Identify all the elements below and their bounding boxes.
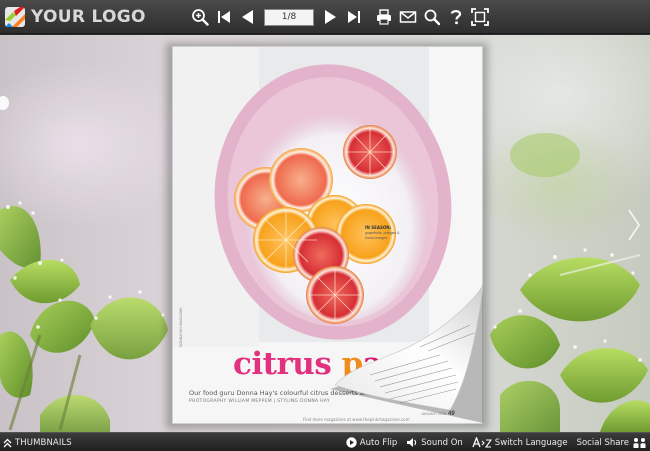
sound-toggle[interactable]: Sound On — [406, 437, 463, 448]
article-credits: PHOTOGRAPHY WILLIAM MEPPEM | STYLING DON… — [189, 399, 330, 404]
language-label: Switch Language — [494, 437, 568, 448]
share-people-icon — [633, 437, 646, 448]
next-page-arrow[interactable] — [624, 205, 644, 245]
next-page-icon — [325, 10, 336, 24]
bottom-toolbar: THUMBNAILS Auto Flip Sound On Switch Lan… — [0, 432, 650, 451]
print-icon — [377, 9, 391, 25]
play-icon — [346, 437, 357, 448]
auto-flip-button[interactable]: Auto Flip — [346, 437, 397, 448]
help-button[interactable] — [444, 5, 468, 29]
sound-label: Sound On — [421, 437, 463, 448]
zoom-in-icon — [192, 9, 209, 26]
last-page-button[interactable] — [342, 5, 366, 29]
fullscreen-icon — [471, 8, 489, 26]
prev-page-button[interactable] — [236, 5, 260, 29]
fullscreen-button[interactable] — [468, 5, 492, 29]
email-icon — [399, 11, 417, 23]
flipbook-stage: IN SEASON: grapefruits, oranges & blood … — [0, 35, 650, 432]
logo: YOUR LOGO — [4, 5, 146, 29]
headline-part-1: citrus — [233, 346, 332, 382]
page-curl-corner[interactable] — [330, 285, 485, 425]
search-button[interactable] — [420, 5, 444, 29]
logo-mark-icon — [4, 6, 26, 28]
switch-language-button[interactable]: Switch Language — [472, 437, 568, 448]
page-number-input[interactable] — [264, 8, 314, 26]
toolbar-buttons — [188, 5, 492, 29]
side-tab-label: IN SEASON: — [365, 225, 392, 230]
side-tab-text: grapefruits, oranges & blood oranges — [365, 231, 400, 240]
last-page-icon — [348, 11, 360, 23]
print-button[interactable] — [372, 5, 396, 29]
next-page-button[interactable] — [318, 5, 342, 29]
top-toolbar: YOUR LOGO — [0, 0, 650, 34]
chevron-right-icon — [628, 209, 640, 241]
language-icon — [472, 437, 492, 448]
email-button[interactable] — [396, 5, 420, 29]
first-page-icon — [218, 11, 230, 23]
thumbnails-label: THUMBNAILS — [15, 437, 72, 448]
prev-page-icon — [242, 10, 253, 24]
auto-flip-label: Auto Flip — [359, 437, 398, 448]
social-share-button[interactable]: Social Share — [577, 437, 646, 449]
search-icon — [424, 9, 441, 26]
social-label: Social Share — [576, 437, 629, 448]
logo-text: YOUR LOGO — [31, 7, 146, 27]
spine-credit: DONNA HAY MAGAZINE — [179, 307, 183, 347]
help-icon — [450, 10, 462, 25]
first-page-button[interactable] — [212, 5, 236, 29]
bottom-controls: Auto Flip Sound On Switch Language Socia… — [337, 435, 646, 450]
double-chevron-up-icon — [3, 438, 12, 447]
edge-highlight — [0, 95, 10, 111]
speaker-icon — [407, 438, 417, 447]
zoom-in-button[interactable] — [188, 5, 212, 29]
thumbnails-button[interactable]: THUMBNAILS — [3, 436, 72, 449]
